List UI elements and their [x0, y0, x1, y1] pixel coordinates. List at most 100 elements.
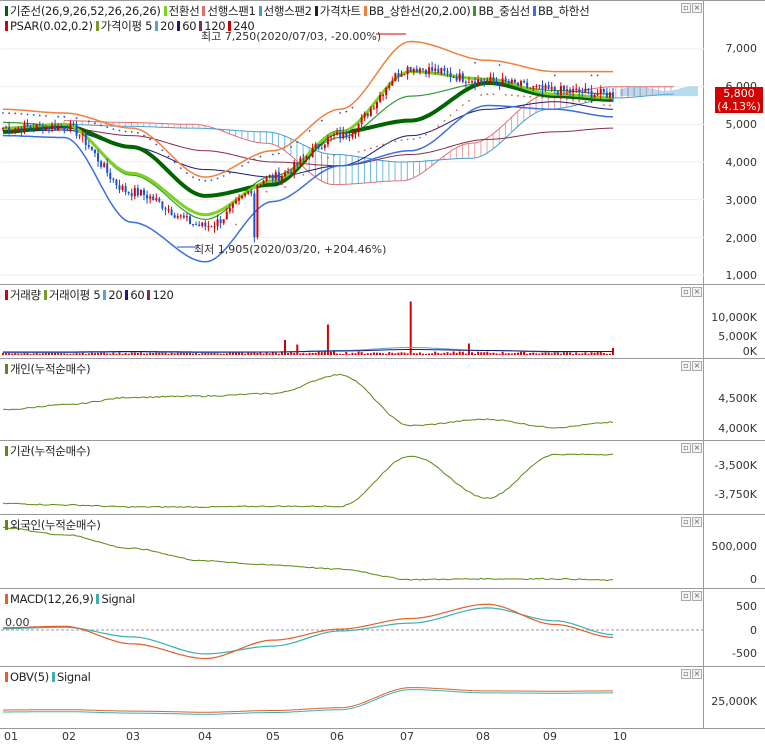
candle-body: [213, 226, 216, 228]
volume-bar: [375, 352, 378, 355]
candle-body: [409, 66, 412, 72]
candle-body: [167, 209, 170, 211]
volume-bar: [293, 352, 296, 355]
candle-body: [136, 188, 139, 196]
candle-body: [225, 211, 228, 220]
minimize-icon[interactable]: ▫: [681, 287, 691, 297]
obv-panel: OBV(5) Signal 25,000K ▫ ×: [0, 666, 765, 729]
candle-body: [357, 123, 360, 133]
obv-legend-label[interactable]: Signal: [57, 670, 91, 684]
price-legend-label[interactable]: 선행스팬2: [264, 4, 312, 18]
candle-body: [182, 215, 185, 218]
volume-bar: [351, 352, 354, 355]
price-legend-swatch: [258, 6, 262, 16]
minimize-icon[interactable]: ▫: [681, 591, 691, 601]
psar-dot: [376, 145, 378, 148]
price-legend-swatch: [5, 21, 8, 31]
psar-dot: [8, 112, 11, 115]
individual-flow-line: [3, 373, 614, 429]
foreign-y-axis: 500,000 0: [705, 515, 765, 589]
price-legend-label[interactable]: 20: [160, 19, 174, 33]
volume-legend-label[interactable]: 60: [130, 288, 144, 302]
minimize-icon[interactable]: ▫: [681, 669, 691, 679]
volume-legend-label[interactable]: 20: [108, 288, 122, 302]
candle-body: [480, 79, 483, 82]
volume-legend-label[interactable]: 거래이평 5: [49, 288, 101, 302]
volume-bar: [501, 351, 504, 355]
candle-body: [143, 189, 146, 195]
close-icon[interactable]: ×: [692, 669, 702, 679]
price-legend-label[interactable]: 기준선(26,9,26,52,26,26,26): [10, 4, 161, 18]
candle-body: [317, 144, 320, 148]
close-icon[interactable]: ×: [692, 443, 702, 453]
price-legend-label[interactable]: 전환선: [169, 4, 200, 18]
institution-plot-area[interactable]: 기관(누적순매수): [1, 441, 704, 515]
close-icon[interactable]: ×: [692, 361, 702, 371]
obv-plot-area[interactable]: OBV(5) Signal: [1, 667, 704, 729]
volume-plot-area[interactable]: 거래량 거래이평 5 20 60 120: [1, 285, 704, 359]
volume-legend-label[interactable]: 거래량: [10, 288, 41, 302]
individual-y-axis: 4,500K 4,000K: [705, 359, 765, 441]
volume-bar: [106, 353, 109, 355]
volume-bar: [510, 353, 513, 355]
candle-body: [57, 125, 60, 130]
price-legend-label[interactable]: 선행스팬1: [207, 4, 255, 18]
psar-dot: [461, 104, 464, 107]
volume-bar: [520, 351, 523, 355]
macd-legend-label[interactable]: Signal: [101, 592, 135, 606]
individual-plot-area[interactable]: 개인(누적순매수): [1, 359, 704, 441]
volume-bar: [256, 352, 259, 355]
foreign-plot-area[interactable]: 외국인(누적순매수): [1, 515, 704, 589]
institution-panel: 기관(누적순매수) -3,500K -3,750K ▫ ×: [0, 440, 765, 515]
obv-legend-label[interactable]: OBV(5): [10, 670, 49, 684]
volume-bar: [314, 352, 317, 355]
candle-body: [587, 88, 590, 91]
candle-body: [516, 82, 519, 86]
psar-dot: [596, 74, 599, 77]
price-legend-label[interactable]: 60: [182, 19, 196, 33]
price-legend-swatch: [95, 21, 99, 31]
candle-body: [612, 92, 614, 98]
price-legend-label[interactable]: BB_중심선: [478, 4, 530, 18]
candle-body: [287, 172, 290, 174]
candle-body: [127, 192, 130, 194]
candle-body: [529, 87, 532, 89]
close-icon[interactable]: ×: [692, 3, 702, 13]
macd-tick: 500: [736, 600, 757, 613]
individual-tick: 4,000K: [718, 422, 757, 435]
volume-bar: [198, 353, 201, 355]
candle-body: [32, 128, 35, 130]
x-tick-label: 01: [4, 730, 18, 743]
candle-body: [575, 88, 578, 90]
price-legend-label[interactable]: BB_하한선: [538, 4, 590, 18]
price-legend-label[interactable]: BB_상한선(20,2.00): [369, 4, 471, 18]
candle-body: [268, 175, 271, 177]
minimize-icon[interactable]: ▫: [681, 3, 691, 13]
candle-body: [238, 198, 241, 201]
candle-body: [69, 123, 72, 132]
volume-legend-label[interactable]: 120: [152, 288, 173, 302]
psar-dot: [136, 131, 139, 134]
psar-dot: [400, 139, 403, 142]
close-icon[interactable]: ×: [692, 287, 702, 297]
price-legend-label[interactable]: 가격차트: [320, 4, 361, 18]
foreign-flow-line: [2, 526, 613, 582]
psar-dot: [468, 99, 470, 102]
x-tick-label: 08: [476, 730, 490, 743]
psar-dot: [253, 158, 256, 161]
candle-body: [155, 198, 158, 201]
close-icon[interactable]: ×: [692, 517, 702, 527]
volume-bar: [590, 352, 593, 355]
macd-plot-area[interactable]: MACD(12,26,9) Signal 0.00: [1, 589, 704, 667]
candle-body: [425, 69, 428, 75]
minimize-icon[interactable]: ▫: [681, 443, 691, 453]
minimize-icon[interactable]: ▫: [681, 361, 691, 371]
minimize-icon[interactable]: ▫: [681, 517, 691, 527]
macd-legend-label[interactable]: MACD(12,26,9): [10, 592, 94, 606]
price-legend-label[interactable]: PSAR(0.02,0.2): [10, 19, 93, 33]
price-plot-area[interactable]: 기준선(26,9,26,52,26,26,26) 전환선 선행스팬1 선행스팬2 가격차…: [1, 1, 704, 285]
candle-body: [474, 81, 477, 85]
price-legend-label[interactable]: 가격이평 5: [101, 19, 153, 33]
psar-dot: [357, 151, 360, 153]
close-icon[interactable]: ×: [692, 591, 702, 601]
